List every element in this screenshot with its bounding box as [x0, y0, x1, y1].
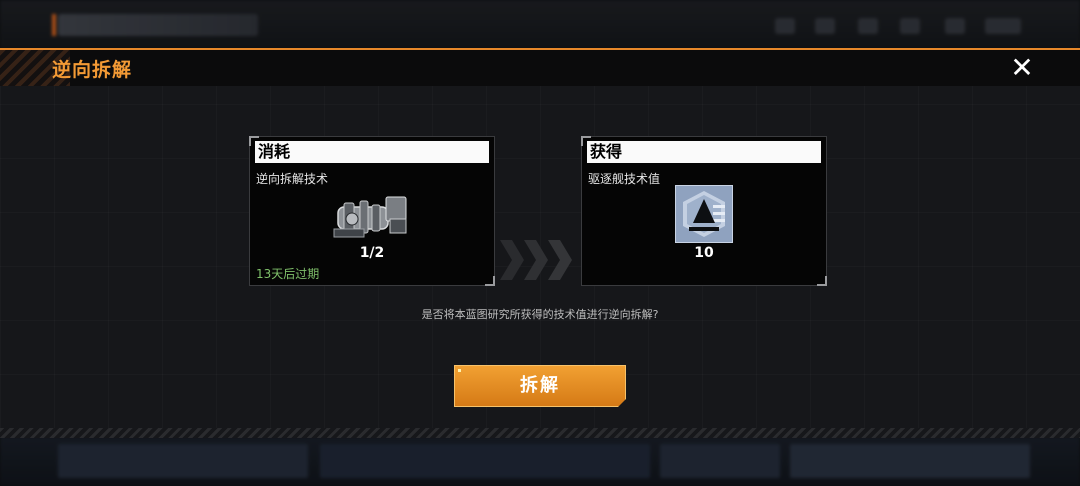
background-footer: [0, 436, 1080, 486]
bottom-stripe: [0, 428, 1080, 438]
tech-value-icon[interactable]: [675, 185, 733, 243]
gain-card: 获得 驱逐舰技术值 10: [581, 136, 827, 286]
consume-item-name: 逆向拆解技术: [256, 172, 329, 186]
consume-count: 1/2: [359, 245, 385, 261]
gain-item-name: 驱逐舰技术值: [588, 172, 661, 186]
reverse-disassemble-dialog: 逆向拆解 ✕ 消耗 逆向拆解技术 1/2 13天后过期 获得 驱逐舰技术值 10…: [0, 48, 1080, 438]
gain-count: 10: [694, 245, 714, 261]
disassemble-button[interactable]: 拆解: [454, 365, 626, 407]
gain-header: 获得: [587, 141, 821, 163]
consume-header: 消耗: [255, 141, 489, 163]
dialog-header: 逆向拆解 ✕: [0, 50, 1080, 86]
machine-part-icon[interactable]: [332, 189, 412, 243]
expiry-text: 13天后过期: [256, 267, 320, 281]
close-icon: ✕: [1010, 51, 1034, 84]
confirm-question: 是否将本蓝图研究所获得的技术值进行逆向拆解?: [421, 308, 659, 321]
close-button[interactable]: ✕: [1008, 54, 1036, 82]
background-header: [0, 0, 1080, 48]
chevron-right-icon: [500, 240, 572, 280]
disassemble-button-label: 拆解: [520, 375, 560, 396]
consume-card: 消耗 逆向拆解技术 1/2 13天后过期: [249, 136, 495, 286]
dialog-title: 逆向拆解: [52, 59, 133, 81]
